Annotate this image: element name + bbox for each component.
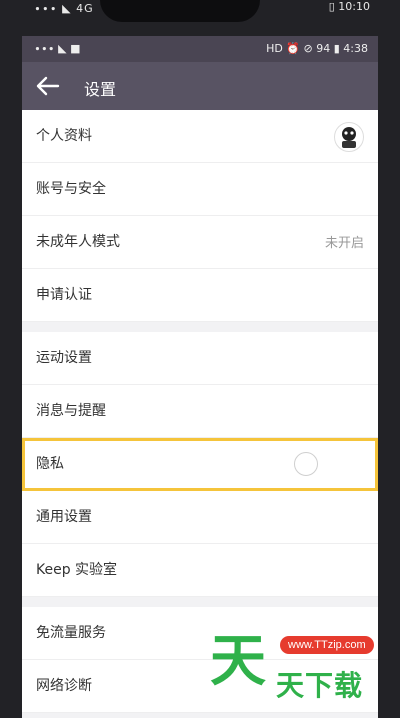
- watermark-text: 天下载: [276, 669, 364, 702]
- watermark-logo: 天 www.TTzip.com 天下载: [210, 630, 400, 718]
- settings-item-label: 个人资料: [36, 128, 92, 144]
- settings-item-label: 隐私: [36, 456, 64, 472]
- touch-indicator: [294, 452, 318, 476]
- watermark-url: www.TTzip.com: [280, 636, 374, 654]
- settings-item-verification[interactable]: 申请认证: [22, 269, 378, 322]
- settings-item-sports[interactable]: 运动设置: [22, 332, 378, 385]
- section-divider: [22, 597, 378, 607]
- settings-item-lab[interactable]: Keep 实验室: [22, 544, 378, 597]
- settings-item-minor-mode[interactable]: 未成年人模式 未开启: [22, 216, 378, 269]
- back-arrow-icon[interactable]: [34, 73, 62, 99]
- minor-mode-status: 未开启: [324, 236, 364, 251]
- settings-list: 个人资料 账号与安全 未成年人模式 未开启 申请认证 运动设置 消息与提醒 隐私…: [22, 110, 378, 713]
- settings-item-label: 通用设置: [36, 509, 92, 525]
- settings-item-label: 申请认证: [36, 287, 92, 303]
- outer-status-right: ▯ 10:10: [328, 0, 370, 13]
- avatar: [334, 122, 364, 152]
- settings-item-label: Keep 实验室: [36, 562, 118, 578]
- status-bar-left: ∙∙∙ ◣ ■: [34, 42, 81, 55]
- watermark-char: 天: [210, 629, 266, 694]
- status-bar-right: HD ⏰ ⊘ 94 ▮ 4:38: [266, 42, 368, 55]
- settings-item-label: 网络诊断: [36, 678, 92, 694]
- settings-item-notifications[interactable]: 消息与提醒: [22, 385, 378, 438]
- camera-notch: [100, 0, 260, 22]
- settings-item-privacy[interactable]: 隐私: [22, 438, 378, 491]
- status-bar: ∙∙∙ ◣ ■ HD ⏰ ⊘ 94 ▮ 4:38: [22, 36, 378, 62]
- app-header: 设置: [22, 62, 378, 110]
- settings-item-general[interactable]: 通用设置: [22, 491, 378, 544]
- settings-item-account-security[interactable]: 账号与安全: [22, 163, 378, 216]
- phone-frame: ∙∙∙ ◣ 4G ▯ 10:10 ∙∙∙ ◣ ■ HD ⏰ ⊘ 94 ▮ 4:3…: [0, 0, 400, 718]
- outer-status-left: ∙∙∙ ◣ 4G: [34, 2, 94, 15]
- app-screen: ∙∙∙ ◣ ■ HD ⏰ ⊘ 94 ▮ 4:38 设置 个人资料 账号与安全 未…: [22, 36, 378, 718]
- settings-item-profile[interactable]: 个人资料: [22, 110, 378, 163]
- settings-item-label: 消息与提醒: [36, 403, 106, 419]
- settings-item-label: 运动设置: [36, 350, 92, 366]
- settings-item-label: 未成年人模式: [36, 234, 120, 250]
- settings-item-label: 账号与安全: [36, 181, 106, 197]
- section-divider: [22, 322, 378, 332]
- page-title: 设置: [84, 80, 117, 99]
- settings-item-label: 免流量服务: [36, 625, 106, 641]
